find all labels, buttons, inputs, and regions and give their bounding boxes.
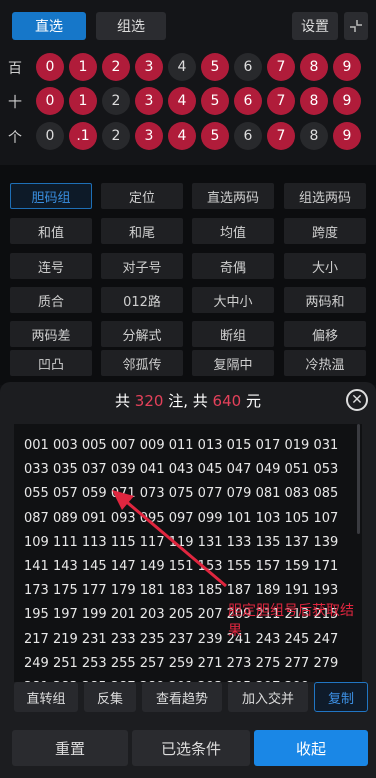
number-picker-panel: 直选 组选 设置 百 0 1 2 3 4 5 6 7 8 9 十 0 1 2 3 4 5 6 7 8 9 个 0.1 2 3 4 5 6… xyxy=(0,0,376,165)
number-ball[interactable]: 4 xyxy=(168,53,196,81)
action-button[interactable]: 加入交并 xyxy=(228,682,308,712)
number-ball[interactable]: 1 xyxy=(69,87,97,115)
number-ball[interactable]: 7 xyxy=(267,53,295,81)
number-ball[interactable]: 7 xyxy=(267,122,295,150)
bet-summary: 共 320 注, 共 640 元 xyxy=(0,390,376,411)
number-ball[interactable]: 5 xyxy=(201,122,229,150)
filter-chip[interactable]: 两码和 xyxy=(284,287,366,313)
number-ball[interactable]: 2 xyxy=(102,122,130,150)
filter-chip[interactable]: 连号 xyxy=(10,253,92,279)
result-sheet: 共 320 注, 共 640 元 ✕ 001 003 005 007 009 0… xyxy=(0,382,376,778)
number-ball[interactable]: 3 xyxy=(135,122,163,150)
number-ball[interactable]: 5 xyxy=(201,87,229,115)
reset-button[interactable]: 重置 xyxy=(12,730,128,766)
selected-conditions-button[interactable]: 已选条件 xyxy=(132,730,250,766)
result-numbers-box[interactable]: 001 003 005 007 009 011 013 015 017 019 … xyxy=(14,424,362,682)
filter-chip[interactable]: 和尾 xyxy=(101,218,183,244)
number-ball[interactable]: 3 xyxy=(135,87,163,115)
number-ball[interactable]: 1 xyxy=(69,53,97,81)
filter-chip[interactable]: 胆码组 xyxy=(10,183,92,209)
collapse-icon[interactable] xyxy=(344,12,368,40)
summary-mid: 注, 共 xyxy=(168,392,208,410)
summary-unit: 元 xyxy=(245,392,261,410)
number-ball[interactable]: 0 xyxy=(36,53,64,81)
filter-chip[interactable]: 和值 xyxy=(10,218,92,244)
number-ball[interactable]: 3 xyxy=(135,53,163,81)
number-ball[interactable]: 0 xyxy=(36,122,64,150)
filter-chip[interactable]: 跨度 xyxy=(284,218,366,244)
number-ball[interactable]: 9 xyxy=(333,122,361,150)
number-ball[interactable]: 9 xyxy=(333,87,361,115)
number-ball[interactable]: 4 xyxy=(168,122,196,150)
filter-chip[interactable]: 复隔中 xyxy=(192,350,274,376)
digit-row-0: 百0123456789 xyxy=(0,50,376,84)
number-ball[interactable]: 0 xyxy=(36,87,64,115)
action-button[interactable]: 复制 xyxy=(314,682,368,712)
filter-chip[interactable]: 两码差 xyxy=(10,321,92,347)
digit-row-1: 十0123456789 xyxy=(0,84,376,118)
filter-chip[interactable]: 大中小 xyxy=(192,287,274,313)
filter-chip[interactable]: 组选两码 xyxy=(284,183,366,209)
number-ball[interactable]: 2 xyxy=(102,53,130,81)
filter-chip[interactable]: 断组 xyxy=(192,321,274,347)
number-ball[interactable]: 5 xyxy=(201,53,229,81)
number-ball[interactable]: 6 xyxy=(234,53,262,81)
number-ball[interactable]: 7 xyxy=(267,87,295,115)
number-ball[interactable]: 8 xyxy=(300,53,328,81)
number-ball[interactable]: 8 xyxy=(300,122,328,150)
filter-chip[interactable]: 偏移 xyxy=(284,321,366,347)
row-label: 十 xyxy=(8,95,22,111)
action-button[interactable]: 查看趋势 xyxy=(142,682,222,712)
filter-chip[interactable]: 质合 xyxy=(10,287,92,313)
filter-chip[interactable]: 冷热温 xyxy=(284,350,366,376)
digit-row-2: 个 0.1 2 3 4 5 6 7 8 9 xyxy=(0,119,376,153)
annotation-text: 胆定胆组号后获取结果 xyxy=(228,603,354,639)
filter-chip[interactable]: 直选两码 xyxy=(192,183,274,209)
number-ball[interactable]: 8 xyxy=(300,87,328,115)
summary-prefix: 共 xyxy=(115,392,131,410)
bet-count: 320 xyxy=(134,392,164,410)
filter-chip[interactable]: 定位 xyxy=(101,183,183,209)
number-ball[interactable]: 9 xyxy=(333,53,361,81)
tab-direct[interactable]: 直选 xyxy=(12,12,86,40)
action-button[interactable]: 反集 xyxy=(84,682,136,712)
filter-chip[interactable]: 奇偶 xyxy=(192,253,274,279)
filter-chip[interactable]: 大小 xyxy=(284,253,366,279)
number-ball[interactable]: 2 xyxy=(102,87,130,115)
filter-chip[interactable]: 凹凸 xyxy=(10,350,92,376)
arrow-icon xyxy=(112,490,227,588)
action-button[interactable]: 直转组 xyxy=(14,682,78,712)
number-ball[interactable]: 6 xyxy=(234,87,262,115)
bet-amount: 640 xyxy=(212,392,242,410)
filter-chip[interactable]: 分解式 xyxy=(101,321,183,347)
filter-chip[interactable]: 对子号 xyxy=(101,253,183,279)
filter-chip[interactable]: 邻孤传 xyxy=(101,350,183,376)
number-ball[interactable]: .1 xyxy=(69,122,97,150)
settings-button[interactable]: 设置 xyxy=(292,12,338,40)
collapse-button[interactable]: 收起 xyxy=(254,730,368,766)
close-icon[interactable]: ✕ xyxy=(346,389,368,411)
tab-group[interactable]: 组选 xyxy=(96,12,166,40)
filter-chip[interactable]: 012路 xyxy=(101,287,183,313)
row-label: 百 xyxy=(8,61,22,77)
number-ball[interactable]: 4 xyxy=(168,87,196,115)
number-ball[interactable]: 6 xyxy=(234,122,262,150)
filter-grid: 胆码组 定位 直选两码 组选两码 和值 和尾 均值 跨度 连号 对子号 奇偶 大小 质合 012路 大中小两… xyxy=(0,165,376,385)
row-label: 个 xyxy=(8,130,22,146)
filter-chip[interactable]: 均值 xyxy=(192,218,274,244)
